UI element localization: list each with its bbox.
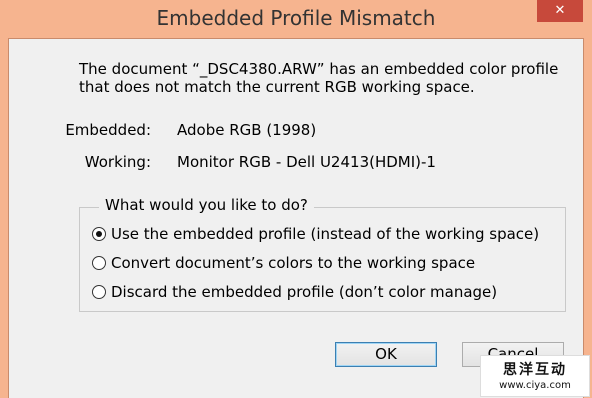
- working-space-value: Monitor RGB - Dell U2413(HDMI)-1: [177, 153, 436, 171]
- dialog-client-area: The document “_DSC4380.ARW” has an embed…: [8, 38, 584, 398]
- embedded-profile-value: Adobe RGB (1998): [177, 121, 317, 139]
- mismatch-message: The document “_DSC4380.ARW” has an embed…: [79, 60, 579, 96]
- working-label: Working:: [84, 153, 151, 171]
- radio-unselected-icon[interactable]: [92, 256, 106, 270]
- message-line-1: The document “_DSC4380.ARW” has an embed…: [79, 60, 559, 78]
- close-icon: ✕: [554, 3, 566, 18]
- option-use-embedded[interactable]: Use the embedded profile (instead of the…: [92, 223, 539, 245]
- watermark-url: www.ciya.com: [499, 380, 571, 391]
- option-use-embedded-label[interactable]: Use the embedded profile (instead of the…: [111, 225, 539, 243]
- option-convert-colors[interactable]: Convert document’s colors to the working…: [92, 252, 475, 274]
- watermark-chinese-text: 思洋互动: [503, 362, 567, 378]
- dialog-title: Embedded Profile Mismatch: [156, 6, 436, 30]
- option-discard-profile[interactable]: Discard the embedded profile (don’t colo…: [92, 281, 497, 303]
- embedded-label: Embedded:: [65, 121, 151, 139]
- option-discard-profile-label[interactable]: Discard the embedded profile (don’t colo…: [111, 283, 497, 301]
- title-bar[interactable]: Embedded Profile Mismatch ✕: [0, 0, 592, 38]
- watermark-logo: 思洋互动 www.ciya.com: [480, 355, 590, 397]
- radio-unselected-icon[interactable]: [92, 285, 106, 299]
- close-button[interactable]: ✕: [537, 0, 583, 22]
- option-convert-colors-label[interactable]: Convert document’s colors to the working…: [111, 254, 475, 272]
- ok-button[interactable]: OK: [335, 342, 437, 367]
- radio-selected-icon[interactable]: [92, 227, 106, 241]
- dialog-window: Embedded Profile Mismatch ✕ The document…: [0, 0, 592, 398]
- message-line-2: that does not match the current RGB work…: [79, 78, 475, 96]
- options-group-title: What would you like to do?: [99, 196, 314, 214]
